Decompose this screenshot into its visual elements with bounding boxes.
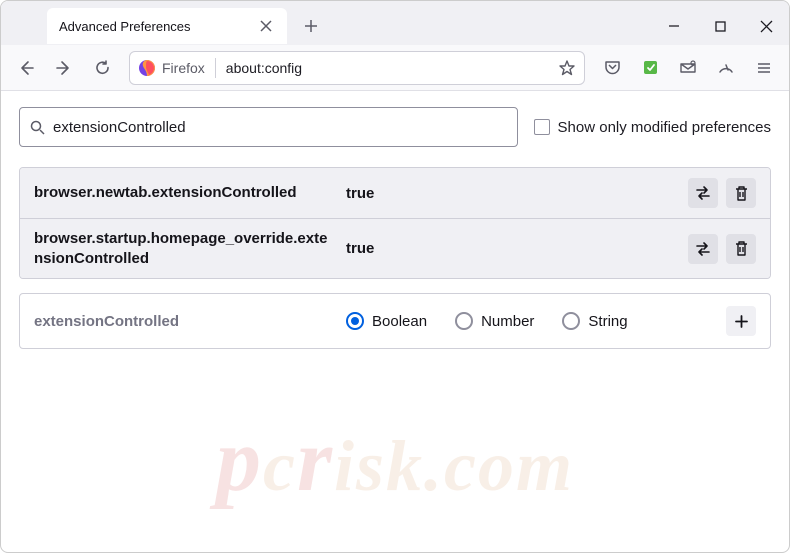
url-bar[interactable]: Firefox about:config <box>129 51 585 85</box>
pref-value: true <box>346 185 676 202</box>
show-modified-checkbox[interactable]: Show only modified preferences <box>534 119 771 136</box>
radio-icon <box>562 312 580 330</box>
forward-button[interactable] <box>47 51 81 85</box>
extension-icon[interactable] <box>633 51 667 85</box>
urlbar-divider <box>215 58 216 78</box>
minimize-button[interactable] <box>651 4 697 48</box>
radio-icon <box>455 312 473 330</box>
new-pref-name: extensionControlled <box>34 313 334 330</box>
pref-row: browser.newtab.extensionControlled true <box>20 168 770 219</box>
search-icon <box>30 120 45 135</box>
tab-title: Advanced Preferences <box>59 19 257 34</box>
search-value: extensionControlled <box>53 119 186 136</box>
checkbox-label: Show only modified preferences <box>558 119 771 136</box>
close-window-button[interactable] <box>743 4 789 48</box>
toggle-button[interactable] <box>688 178 718 208</box>
radio-label: String <box>588 313 627 330</box>
radio-icon <box>346 312 364 330</box>
maximize-button[interactable] <box>697 4 743 48</box>
identity-label: Firefox <box>162 60 205 76</box>
mail-icon[interactable] <box>671 51 705 85</box>
speedometer-icon[interactable] <box>709 51 743 85</box>
radio-string[interactable]: String <box>562 312 627 330</box>
reload-button[interactable] <box>85 51 119 85</box>
pref-name: browser.newtab.extensionControlled <box>34 183 334 203</box>
delete-button[interactable] <box>726 178 756 208</box>
pref-value: true <box>346 240 676 257</box>
new-tab-button[interactable] <box>295 10 327 42</box>
pref-name: browser.startup.homepage_override.extens… <box>34 229 334 268</box>
url-text: about:config <box>226 60 558 76</box>
close-tab-icon[interactable] <box>257 17 275 35</box>
back-button[interactable] <box>9 51 43 85</box>
watermark: pcrisk.com <box>216 409 574 512</box>
radio-label: Number <box>481 313 534 330</box>
search-input[interactable]: extensionControlled <box>19 107 518 147</box>
menu-button[interactable] <box>747 51 781 85</box>
radio-number[interactable]: Number <box>455 312 534 330</box>
pref-row: browser.startup.homepage_override.extens… <box>20 219 770 278</box>
toggle-button[interactable] <box>688 234 718 264</box>
checkbox-icon <box>534 119 550 135</box>
radio-boolean[interactable]: Boolean <box>346 312 427 330</box>
firefox-icon <box>138 59 156 77</box>
add-button[interactable] <box>726 306 756 336</box>
radio-label: Boolean <box>372 313 427 330</box>
pocket-button[interactable] <box>595 51 629 85</box>
bookmark-star-icon[interactable] <box>558 59 576 77</box>
delete-button[interactable] <box>726 234 756 264</box>
browser-tab[interactable]: Advanced Preferences <box>47 8 287 44</box>
